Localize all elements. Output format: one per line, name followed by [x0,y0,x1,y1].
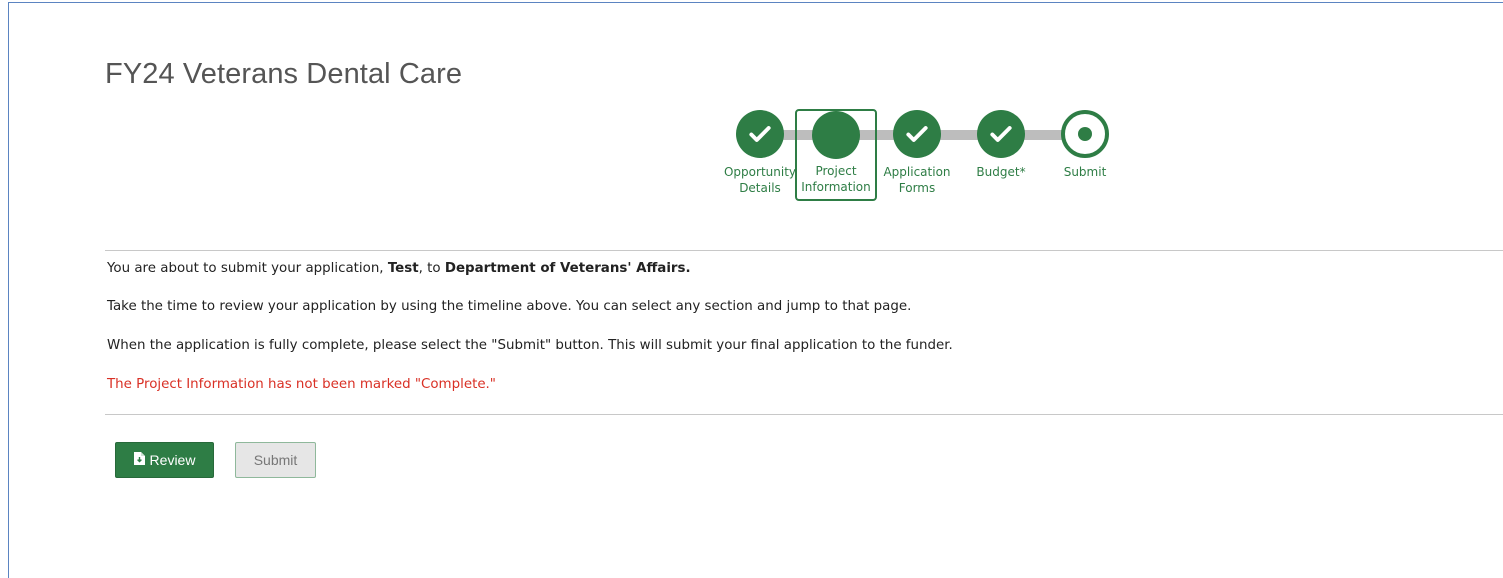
review-button[interactable]: Review [115,442,214,478]
timeline-step-application-forms[interactable]: Application Forms [877,110,957,200]
application-timeline: Opportunity Details Project Information Ap… [0,0,1503,210]
timeline-step-label: Opportunity Details [723,165,796,195]
timeline-step-label: Project Information [801,164,871,194]
submit-button[interactable]: Submit [235,442,316,478]
current-step-circle-icon [812,111,860,159]
submit-hint-text: When the application is fully complete, … [107,338,953,353]
radio-dot-icon [1061,110,1109,158]
timeline-step-label: Budget* [976,165,1026,179]
incomplete-warning-text: The Project Information has not been mar… [107,377,496,392]
timeline-step-project-information[interactable]: Project Information [795,109,877,201]
check-icon [893,110,941,158]
check-icon [736,110,784,158]
application-name: Test [387,261,419,276]
submit-intro-text: You are about to submit your application… [107,261,691,276]
top-divider [105,250,1503,251]
submit-button-label: Submit [253,452,298,468]
funder-name: Department of Veterans' Affairs. [444,261,691,276]
timeline-step-budget[interactable]: Budget* [961,110,1041,200]
timeline-step-submit[interactable]: Submit [1045,110,1125,200]
review-hint-text: Take the time to review your application… [107,299,912,314]
timeline-step-label: Submit [1063,165,1107,179]
check-icon [977,110,1025,158]
document-download-icon [133,452,145,468]
bottom-divider [105,414,1503,415]
review-button-label: Review [149,452,196,468]
timeline-step-label: Application Forms [883,165,951,195]
timeline-step-opportunity-details[interactable]: Opportunity Details [720,110,800,200]
